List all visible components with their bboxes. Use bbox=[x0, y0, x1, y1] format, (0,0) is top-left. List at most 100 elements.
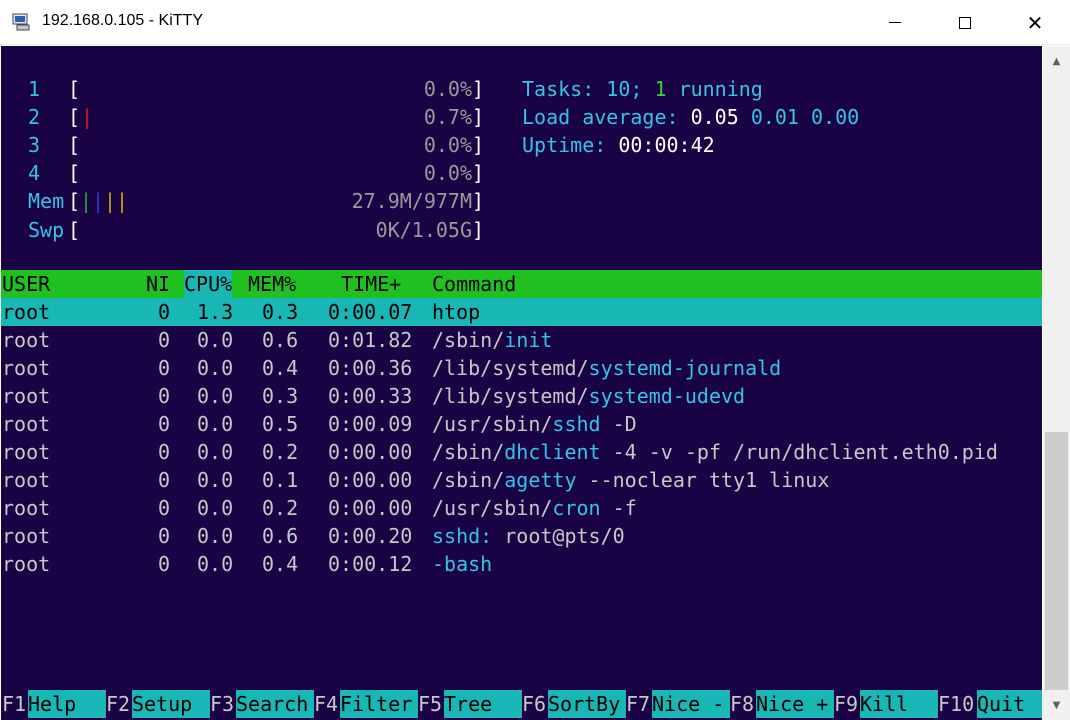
table-row[interactable]: root 0 0.0 0.6 0:01.82/sbin/init bbox=[1, 326, 1042, 354]
running-count: 1 bbox=[654, 77, 667, 101]
fkey-f1: F1 bbox=[2, 692, 27, 716]
meter-open-bracket: [ bbox=[68, 218, 81, 242]
search-button[interactable]: Search bbox=[236, 690, 314, 718]
tree-button[interactable]: Tree bbox=[444, 690, 522, 718]
cpu-label: 3 bbox=[28, 133, 41, 157]
cpu-value: 0.0% bbox=[423, 133, 472, 157]
cell-ni: 0 bbox=[158, 496, 171, 520]
command-path: /sbin/ bbox=[432, 440, 505, 464]
load-5: 0.01 bbox=[750, 105, 799, 129]
help-button[interactable]: Help bbox=[28, 690, 106, 718]
tasks-summary: Tasks: 10; 1 running bbox=[522, 75, 763, 103]
command-args: -4 -v -pf /run/dhclient.eth0.pid bbox=[600, 440, 998, 464]
function-key-bar: F1 Help F2 Setup F3 Search F4 Filter F5 … bbox=[1, 690, 1042, 718]
command-program: init bbox=[504, 328, 553, 352]
mem-bar-cache: || bbox=[104, 189, 129, 213]
nice-minus-button[interactable]: Nice - bbox=[652, 690, 730, 718]
fkey-f6: F6 bbox=[522, 692, 547, 716]
uptime-label: Uptime: bbox=[522, 133, 607, 157]
cell-command: /sbin/agetty --noclear tty1 linux bbox=[432, 466, 829, 494]
cell-mem: 0.4 bbox=[262, 552, 299, 576]
cell-command: /lib/systemd/systemd-udevd bbox=[432, 382, 745, 410]
quit-button[interactable]: Quit bbox=[977, 690, 1042, 718]
cell-ni: 0 bbox=[158, 440, 171, 464]
table-row[interactable]: root 0 0.0 0.4 0:00.36/lib/systemd/systemd-j… bbox=[1, 354, 1042, 382]
table-row[interactable]: root 0 0.0 0.1 0:00.00/sbin/agetty --noclear… bbox=[1, 466, 1042, 494]
nice-plus-button[interactable]: Nice + bbox=[756, 690, 834, 718]
window-title: 192.168.0.105 - KiTTY bbox=[42, 12, 203, 29]
title-bar: 192.168.0.105 - KiTTY ✕ bbox=[0, 0, 1070, 45]
swap-label: Swp bbox=[28, 218, 65, 242]
cell-mem: 0.2 bbox=[262, 440, 299, 464]
cell-user: root bbox=[2, 496, 51, 520]
cell-ni: 0 bbox=[158, 552, 171, 576]
table-row[interactable]: root 0 0.0 0.5 0:00.09/usr/sbin/sshd -D bbox=[1, 410, 1042, 438]
table-row[interactable]: root 0 0.0 0.3 0:00.33/lib/systemd/systemd-u… bbox=[1, 382, 1042, 410]
cell-mem: 0.5 bbox=[262, 412, 299, 436]
cell-command: /sbin/init bbox=[432, 326, 552, 354]
cell-command: /usr/sbin/cron -f bbox=[432, 494, 637, 522]
meter-open-bracket: [ bbox=[68, 105, 81, 129]
cell-cpu: 0.0 bbox=[197, 328, 234, 352]
scrollbar-thumb[interactable] bbox=[1045, 432, 1068, 690]
table-row[interactable]: root 0 0.0 0.2 0:00.00/usr/sbin/cron -f bbox=[1, 494, 1042, 522]
cell-user: root bbox=[2, 412, 51, 436]
cell-command: /lib/systemd/systemd-journald bbox=[432, 354, 781, 382]
setup-button[interactable]: Setup bbox=[132, 690, 210, 718]
command-path: /usr/sbin/ bbox=[432, 412, 553, 436]
scroll-down-icon[interactable]: ▼ bbox=[1043, 690, 1070, 720]
terminal-screen[interactable]: 1 [ 0.0% ] 2 [ | 0.7% ] 3 [ 0.0% ] 4 [ 0… bbox=[1, 46, 1042, 720]
cell-cpu: 0.0 bbox=[197, 496, 234, 520]
cell-cpu: 0.0 bbox=[197, 468, 234, 492]
fkey-f4: F4 bbox=[314, 692, 339, 716]
cell-ni: 0 bbox=[158, 328, 171, 352]
load-15: 0.00 bbox=[811, 105, 860, 129]
fkey-f9: F9 bbox=[834, 692, 859, 716]
cell-mem: 0.4 bbox=[262, 356, 299, 380]
command-args: -D bbox=[600, 412, 637, 436]
column-header-command[interactable]: Command bbox=[432, 270, 516, 298]
column-header-cpu[interactable]: CPU% bbox=[184, 270, 233, 298]
column-header-mem[interactable]: MEM% bbox=[248, 270, 296, 298]
meter-open-bracket: [ bbox=[68, 161, 81, 185]
meter-close-bracket: ] bbox=[472, 77, 485, 101]
filter-button[interactable]: Filter bbox=[340, 690, 418, 718]
load-average: Load average: 0.05 0.01 0.00 bbox=[522, 103, 859, 131]
cell-user: root bbox=[2, 524, 51, 548]
minimize-button[interactable] bbox=[860, 0, 930, 45]
column-header-ni[interactable]: NI bbox=[146, 270, 170, 298]
kill-button[interactable]: Kill bbox=[860, 690, 938, 718]
table-row[interactable]: root 0 0.0 0.2 0:00.00/sbin/dhclient -4 -v -… bbox=[1, 438, 1042, 466]
command-program: agetty bbox=[504, 468, 577, 492]
meter-close-bracket: ] bbox=[472, 218, 485, 242]
table-row[interactable]: root 0 0.0 0.6 0:00.20 sshd: root@pts/0 bbox=[1, 522, 1042, 550]
cell-command: htop bbox=[432, 300, 481, 324]
meter-open-bracket: [ bbox=[68, 77, 81, 101]
cell-time: 0:00.00 bbox=[328, 496, 413, 520]
table-row-selected[interactable]: root 0 1.3 0.3 0:00.07 htop bbox=[1, 298, 1042, 326]
table-row[interactable]: root 0 0.0 0.4 0:00.12 -bash bbox=[1, 550, 1042, 578]
close-button[interactable]: ✕ bbox=[1000, 0, 1070, 45]
cell-command: sshd: root@pts/0 bbox=[432, 522, 625, 550]
terminal-computer-icon bbox=[12, 13, 30, 31]
cell-cpu: 0.0 bbox=[197, 384, 234, 408]
minimize-icon bbox=[889, 22, 901, 23]
tasks-label: Tasks: bbox=[522, 77, 595, 101]
cell-user: root bbox=[2, 328, 51, 352]
cell-ni: 0 bbox=[158, 384, 171, 408]
maximize-icon bbox=[959, 16, 971, 29]
column-header-user[interactable]: USER bbox=[2, 270, 50, 298]
cell-ni: 0 bbox=[158, 468, 171, 492]
cell-command: -bash bbox=[432, 550, 492, 578]
mem-bar-buffers: | bbox=[92, 189, 105, 213]
sortby-button[interactable]: SortBy bbox=[548, 690, 626, 718]
tasks-count: 10; bbox=[606, 77, 643, 101]
maximize-button[interactable] bbox=[930, 0, 1000, 45]
cell-user: root bbox=[2, 468, 51, 492]
cpu-label: 1 bbox=[28, 77, 41, 101]
vertical-scrollbar[interactable]: ▲ ▼ bbox=[1043, 46, 1070, 720]
column-header-time[interactable]: TIME+ bbox=[341, 270, 401, 298]
cell-cpu: 0.0 bbox=[197, 524, 234, 548]
scroll-up-icon[interactable]: ▲ bbox=[1043, 46, 1070, 76]
close-icon: ✕ bbox=[1026, 10, 1044, 35]
